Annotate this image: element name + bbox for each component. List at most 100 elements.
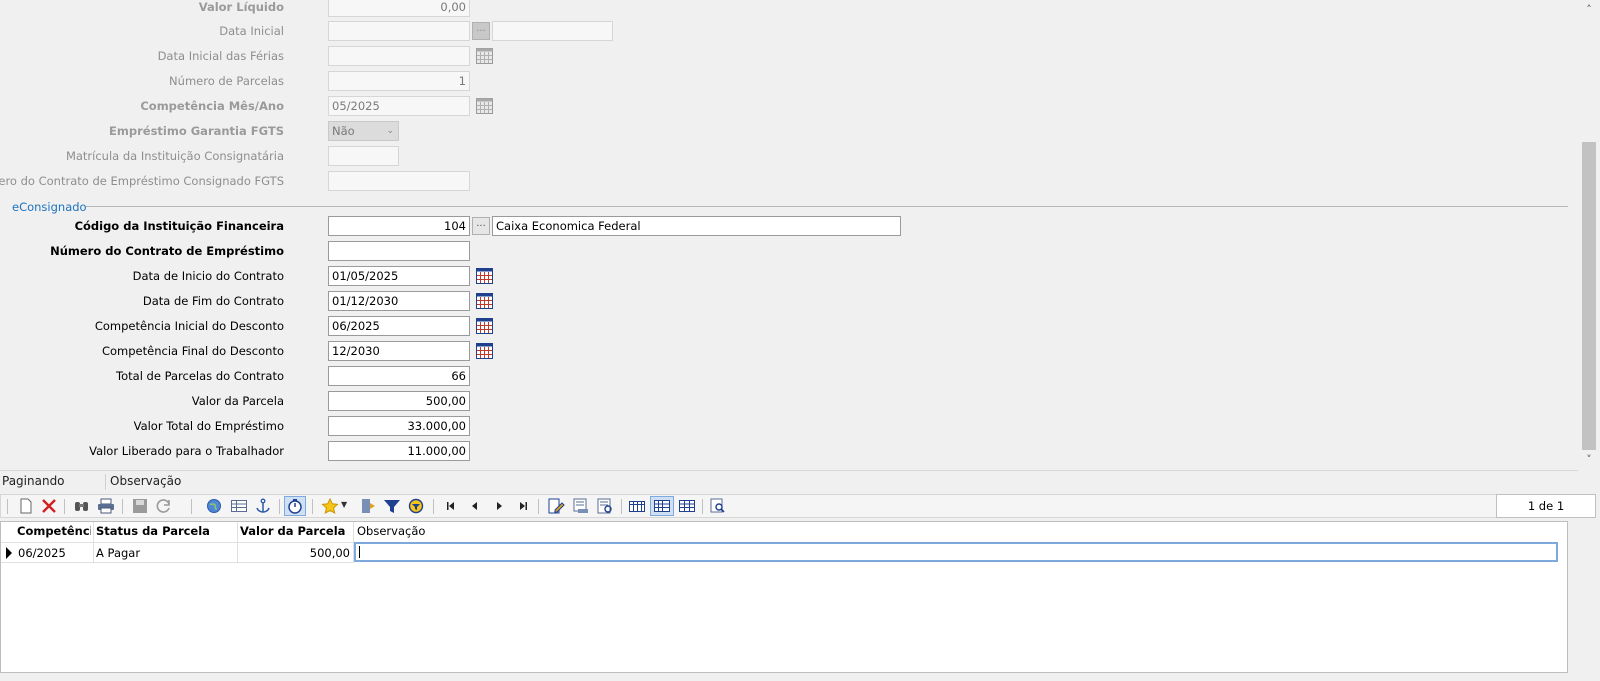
data-inicial-ferias-field[interactable] xyxy=(328,46,470,66)
vertical-scrollbar[interactable]: ˄ ˅ xyxy=(1578,0,1600,470)
competencia-mes-ano-field[interactable]: 05/2025 xyxy=(328,96,470,116)
column-header-competencia[interactable]: Competência xyxy=(17,524,91,538)
cell-valor[interactable]: 500,00 xyxy=(240,544,350,562)
report-icon[interactable] xyxy=(596,498,614,514)
first-icon[interactable] xyxy=(442,498,460,514)
emprestimo-garantia-fgts-select[interactable]: Não ⌄ xyxy=(328,121,399,141)
numero-parcelas-field[interactable]: 1 xyxy=(328,71,470,91)
competencia-inicial-field[interactable]: 06/2025 xyxy=(328,316,470,336)
column-header-valor[interactable]: Valor da Parcela xyxy=(240,524,350,538)
toolbar-separator xyxy=(64,499,65,514)
label-valor-liberado: Valor Liberado para o Trabalhador xyxy=(89,444,284,458)
row-competencia-final: Competência Final do Desconto 12/2030 xyxy=(0,341,1560,363)
valor-liquido-field[interactable]: 0,00 xyxy=(328,0,470,17)
codigo-instituicao-field[interactable]: 104 xyxy=(328,216,470,236)
calendar-icon[interactable] xyxy=(476,343,493,359)
label-matricula-instituicao: Matrícula da Instituição Consignatária xyxy=(65,149,284,163)
section-divider xyxy=(86,206,1568,207)
instituicao-name-field[interactable]: Caixa Economica Federal xyxy=(492,216,901,236)
toolbar-separator xyxy=(191,499,192,514)
print-icon[interactable] xyxy=(97,498,115,514)
numero-contrato-field[interactable] xyxy=(328,241,470,261)
globe-icon[interactable] xyxy=(205,498,223,514)
toolbar-separator xyxy=(433,499,434,514)
toolbar-separator xyxy=(122,499,123,514)
view-icon[interactable] xyxy=(572,498,590,514)
clear-filter-icon[interactable] xyxy=(407,498,425,514)
table-icon[interactable] xyxy=(230,498,248,514)
parcelas-grid: Competência Status da Parcela Valor da P… xyxy=(0,521,1568,673)
grid-row-divider xyxy=(1,562,354,563)
codigo-instituicao-lookup-button[interactable]: ... xyxy=(472,217,490,235)
label-valor-total: Valor Total do Empréstimo xyxy=(133,419,284,433)
observacao-cell-editor[interactable] xyxy=(354,542,1558,562)
toolbar-grip xyxy=(7,499,8,514)
timer-icon xyxy=(288,499,302,514)
tab-observacao[interactable]: Observação xyxy=(110,474,181,488)
row-matricula-instituicao: Matrícula da Instituição Consignatária xyxy=(0,146,1560,168)
anchor-icon[interactable] xyxy=(254,498,272,514)
calendar-icon[interactable] xyxy=(476,48,493,64)
grid-icon[interactable] xyxy=(628,498,646,514)
row-emprestimo-garantia-fgts: Empréstimo Garantia FGTS Não ⌄ xyxy=(0,121,1560,143)
valor-parcela-field[interactable]: 500,00 xyxy=(328,391,470,411)
grid-select-icon xyxy=(654,500,670,512)
label-data-fim-contrato: Data de Fim do Contrato xyxy=(142,294,284,308)
last-icon[interactable] xyxy=(514,498,532,514)
calendar-icon[interactable] xyxy=(476,293,493,309)
valor-liberado-field[interactable]: 11.000,00 xyxy=(328,441,470,461)
calendar-icon[interactable] xyxy=(476,268,493,284)
refresh-icon[interactable] xyxy=(155,498,173,514)
numero-contrato-fgts-field[interactable] xyxy=(328,171,470,191)
scroll-up-icon[interactable]: ˄ xyxy=(1583,4,1595,16)
data-inicial-extra-field[interactable] xyxy=(492,21,613,41)
star-icon[interactable] xyxy=(321,498,339,514)
row-competencia-inicial: Competência Inicial do Desconto 06/2025 xyxy=(0,316,1560,338)
calendar-icon[interactable] xyxy=(476,98,493,114)
timer-button[interactable] xyxy=(284,496,306,516)
data-inicio-contrato-field[interactable]: 01/05/2025 xyxy=(328,266,470,286)
star-dropdown-icon[interactable]: ▼ xyxy=(341,500,347,509)
label-numero-parcelas: Número de Parcelas xyxy=(169,74,284,88)
row-numero-contrato: Número do Contrato de Empréstimo xyxy=(0,241,1560,263)
prev-icon[interactable] xyxy=(466,498,484,514)
new-icon[interactable] xyxy=(17,498,35,514)
tab-paginando[interactable]: Paginando xyxy=(2,474,65,488)
cell-competencia[interactable]: 06/2025 xyxy=(18,544,66,562)
label-numero-contrato-fgts: Número do Contrato de Empréstimo Consign… xyxy=(0,174,284,188)
exit-icon[interactable] xyxy=(359,498,377,514)
preview-icon[interactable] xyxy=(709,498,727,514)
grid-col-divider xyxy=(237,522,238,563)
row-valor-liquido: Valor Líquido 0,00 xyxy=(0,0,1560,19)
find-icon[interactable] xyxy=(73,498,91,514)
data-inicial-lookup-button[interactable]: ... xyxy=(472,22,490,40)
toolbar-separator xyxy=(702,499,703,514)
row-indicator-icon xyxy=(6,547,12,559)
toolbar-separator xyxy=(538,499,539,514)
column-header-status[interactable]: Status da Parcela xyxy=(96,524,236,538)
cell-status[interactable]: A Pagar xyxy=(96,544,140,562)
total-parcelas-field[interactable]: 66 xyxy=(328,366,470,386)
filter-icon[interactable] xyxy=(383,498,401,514)
data-fim-contrato-field[interactable]: 01/12/2030 xyxy=(328,291,470,311)
column-header-observacao[interactable]: Observação xyxy=(357,524,557,538)
tab-bar: Paginando Observação xyxy=(0,472,1600,492)
next-icon[interactable] xyxy=(490,498,508,514)
grid-config-icon[interactable] xyxy=(678,498,696,514)
label-competencia-inicial: Competência Inicial do Desconto xyxy=(94,319,284,333)
matricula-instituicao-field[interactable] xyxy=(328,146,399,166)
scroll-down-icon[interactable]: ˅ xyxy=(1583,454,1595,466)
delete-icon[interactable] xyxy=(40,498,58,514)
save-icon[interactable] xyxy=(131,498,149,514)
row-valor-total: Valor Total do Empréstimo 33.000,00 xyxy=(0,416,1560,438)
row-numero-parcelas: Número de Parcelas 1 xyxy=(0,71,1560,93)
edit-icon[interactable] xyxy=(547,498,565,514)
label-data-inicial: Data Inicial xyxy=(219,24,284,38)
valor-total-field[interactable]: 33.000,00 xyxy=(328,416,470,436)
calendar-icon[interactable] xyxy=(476,318,493,334)
competencia-final-field[interactable]: 12/2030 xyxy=(328,341,470,361)
data-inicial-field[interactable] xyxy=(328,21,470,41)
label-competencia-final: Competência Final do Desconto xyxy=(101,344,284,358)
grid-select-button[interactable] xyxy=(650,496,674,516)
scroll-thumb[interactable] xyxy=(1582,142,1596,450)
